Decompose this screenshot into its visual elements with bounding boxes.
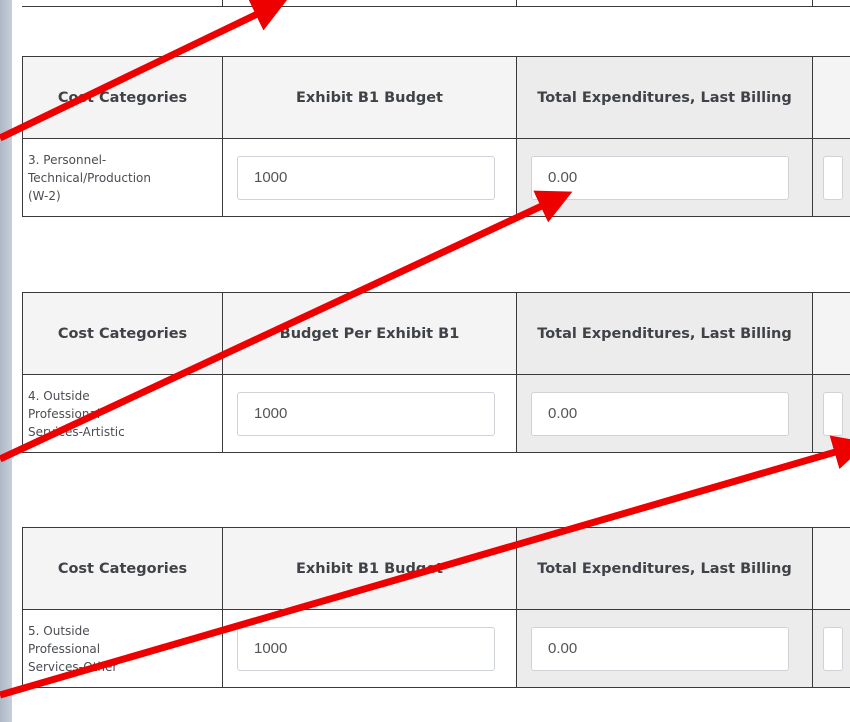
next-column-cell (812, 138, 850, 217)
budget-input[interactable]: 1000 (237, 626, 495, 671)
budget-input[interactable]: 1000 (237, 391, 495, 436)
next-column-input[interactable] (823, 391, 843, 436)
header-budget: Exhibit B1 Budget (222, 527, 517, 610)
category-line: 5. Outside (28, 623, 90, 638)
header-cost-categories: Cost Categories (22, 56, 223, 139)
last-billing-input[interactable]: 0.00 (531, 155, 789, 200)
last-billing-cell: 0.00 (516, 138, 813, 217)
next-column-input[interactable] (823, 626, 843, 671)
table-header-row: Cost Categories Exhibit B1 Budget Total … (22, 527, 850, 610)
table-header-row: Cost Categories Exhibit B1 Budget Total … (22, 56, 850, 139)
budget-cell: 1000 (222, 374, 517, 453)
header-budget: Budget Per Exhibit B1 (222, 292, 517, 375)
header-next-column (812, 56, 850, 139)
budget-cell: 1000 (222, 138, 517, 217)
last-billing-input[interactable]: 0.00 (531, 391, 789, 436)
table-header-row: Cost Categories Budget Per Exhibit B1 To… (22, 292, 850, 375)
header-last-billing: Total Expenditures, Last Billing (516, 56, 813, 139)
category-line: Professional (28, 406, 101, 421)
category-line: 4. Outside (28, 388, 90, 403)
last-billing-input[interactable]: 0.00 (531, 626, 789, 671)
category-line: Professional (28, 641, 101, 656)
category-line: Services-Artistic (28, 424, 125, 439)
table-row: 3. Personnel- Technical/Production (W-2)… (22, 138, 850, 217)
header-next-column (812, 292, 850, 375)
header-budget: Exhibit B1 Budget (222, 56, 517, 139)
budget-cell: 1000 (222, 609, 517, 688)
cost-category-cell: 3. Personnel- Technical/Production (W-2) (22, 138, 223, 217)
header-next-column (812, 527, 850, 610)
left-panel-edge (0, 0, 12, 722)
budget-input[interactable]: 1000 (237, 155, 495, 200)
header-cost-categories: Cost Categories (22, 527, 223, 610)
table-row: 5. Outside Professional Services-Other 1… (22, 609, 850, 688)
category-line: Services-Other (28, 659, 118, 674)
next-column-cell (812, 374, 850, 453)
header-last-billing: Total Expenditures, Last Billing (516, 527, 813, 610)
cost-table-personnel: Cost Categories Exhibit B1 Budget Total … (22, 56, 850, 217)
next-column-cell (812, 609, 850, 688)
cost-category-cell: 4. Outside Professional Services-Artisti… (22, 374, 223, 453)
previous-table-edge (22, 0, 850, 7)
cost-table-artistic: Cost Categories Budget Per Exhibit B1 To… (22, 292, 850, 453)
category-line: Technical/Production (28, 170, 151, 185)
header-last-billing: Total Expenditures, Last Billing (516, 292, 813, 375)
cost-table-other: Cost Categories Exhibit B1 Budget Total … (22, 527, 850, 688)
next-column-input[interactable] (823, 155, 843, 200)
category-line: 3. Personnel- (28, 152, 107, 167)
last-billing-cell: 0.00 (516, 609, 813, 688)
header-cost-categories: Cost Categories (22, 292, 223, 375)
last-billing-cell: 0.00 (516, 374, 813, 453)
category-line: (W-2) (28, 188, 61, 203)
cost-category-cell: 5. Outside Professional Services-Other (22, 609, 223, 688)
table-row: 4. Outside Professional Services-Artisti… (22, 374, 850, 453)
